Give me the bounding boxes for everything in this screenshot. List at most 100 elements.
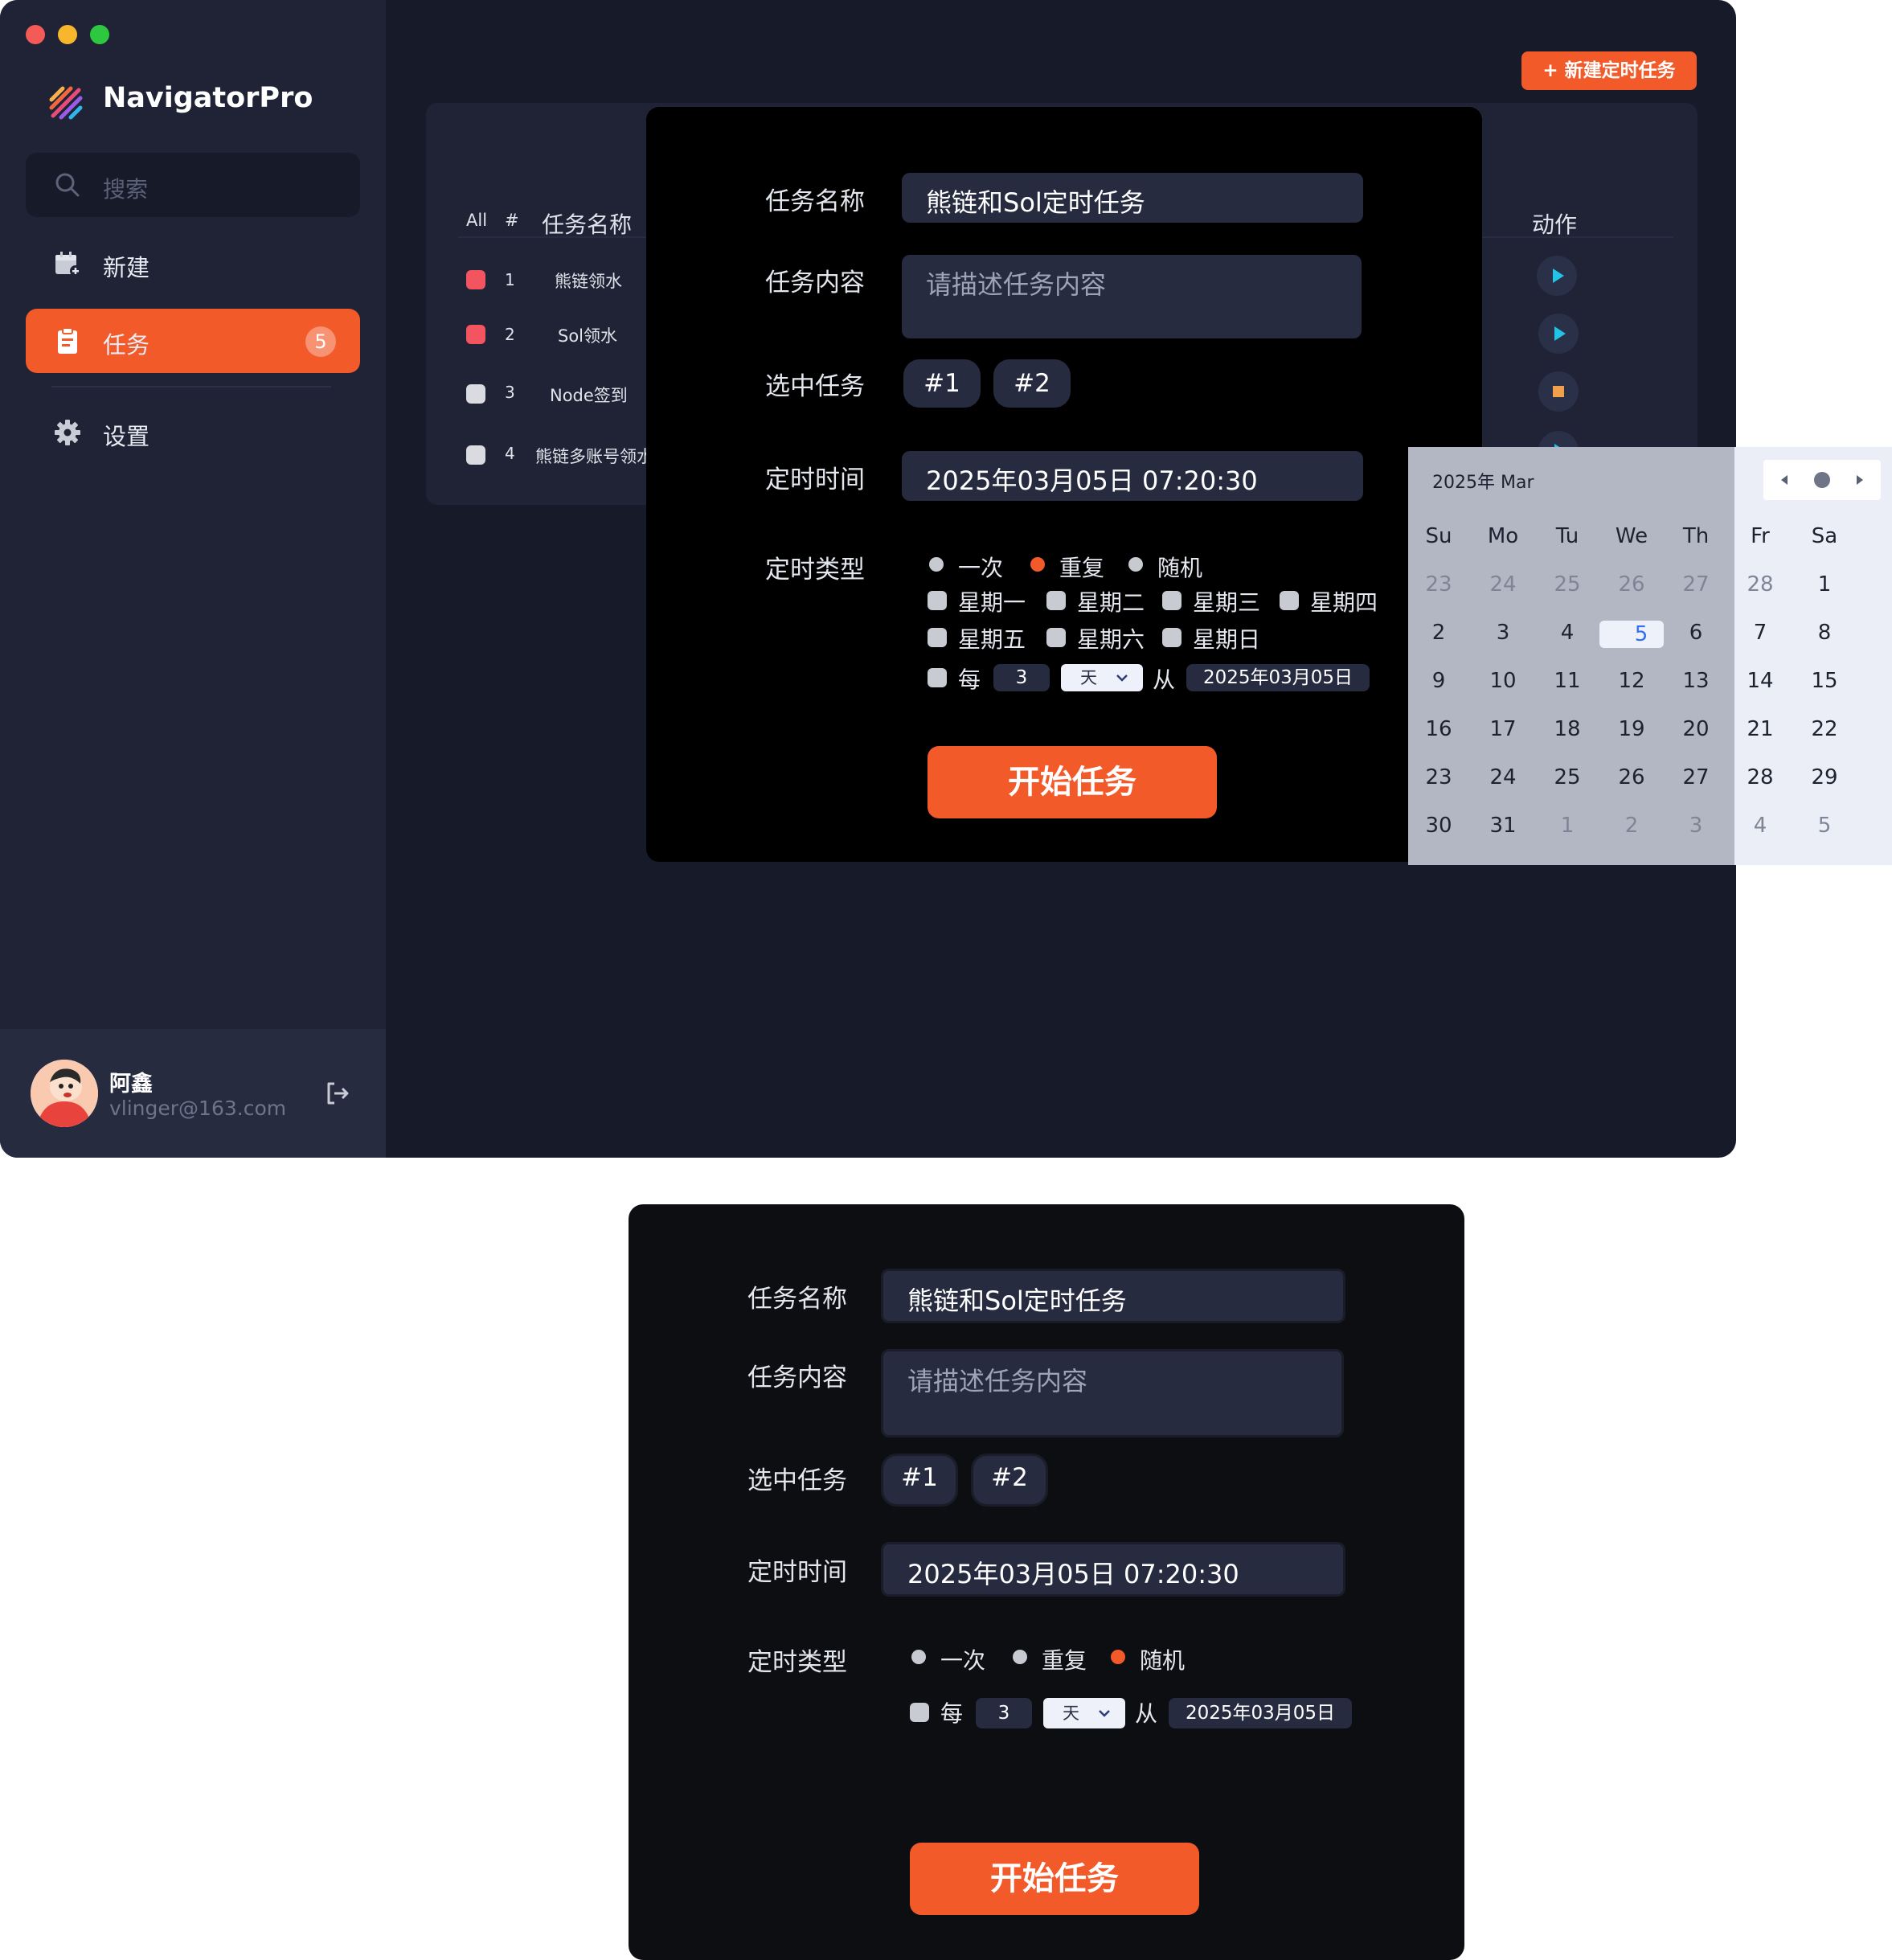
interval-unit-select[interactable]: 天 (1061, 664, 1143, 691)
calendar-day[interactable]: 24 (1471, 765, 1535, 789)
calendar-day[interactable]: 23 (1407, 572, 1471, 597)
calendar-day[interactable]: 19 (1599, 717, 1664, 741)
type-once-label: 一次 (940, 1647, 986, 1674)
every-interval-checkbox[interactable] (910, 1703, 929, 1722)
calendar-day[interactable]: 10 (1471, 669, 1535, 693)
prev-month-icon[interactable] (1781, 475, 1788, 485)
calendar-day[interactable]: 26 (1599, 765, 1664, 789)
calendar-day[interactable]: 27 (1664, 765, 1728, 789)
interval-unit-select[interactable]: 天 (1043, 1698, 1125, 1728)
type-random-radio[interactable] (1128, 557, 1143, 572)
task-content-textarea[interactable]: 请描述任务内容 (902, 255, 1362, 338)
calendar-day[interactable]: 23 (1407, 765, 1471, 789)
brand-name: NavigatorPro (103, 82, 313, 114)
calendar-day[interactable]: 7 (1728, 621, 1792, 645)
calendar-day[interactable]: 14 (1728, 669, 1792, 693)
start-task-button[interactable]: 开始任务 (928, 746, 1217, 818)
calendar-day[interactable]: 5 (1599, 621, 1664, 648)
calendar-day[interactable]: 24 (1471, 572, 1535, 597)
row-checkbox[interactable] (466, 325, 485, 344)
sidebar-item-tasks[interactable]: 任务 5 (26, 309, 360, 373)
calendar-day[interactable]: 5 (1792, 814, 1857, 838)
calendar-day[interactable]: 29 (1792, 765, 1857, 789)
minimize-window-button[interactable] (58, 25, 77, 44)
calendar-day[interactable]: 25 (1535, 572, 1599, 597)
avatar[interactable] (31, 1060, 98, 1127)
play-button[interactable] (1538, 314, 1579, 354)
start-task-button[interactable]: 开始任务 (910, 1843, 1199, 1915)
stop-button[interactable] (1538, 371, 1579, 412)
task-content-textarea[interactable]: 请描述任务内容 (881, 1349, 1344, 1437)
selected-task-chip[interactable]: #1 (903, 359, 981, 408)
type-once-radio[interactable] (929, 557, 944, 572)
weekday-checkbox[interactable] (1280, 591, 1299, 610)
from-date-input[interactable]: 2025年03月05日 (1186, 664, 1370, 691)
sidebar-item-new[interactable]: 新建 (26, 232, 360, 296)
interval-input[interactable]: 3 (976, 1698, 1032, 1728)
schedule-time-input[interactable]: 2025年03月05日 07:20:30 (881, 1542, 1345, 1597)
calendar-day[interactable]: 12 (1599, 669, 1664, 693)
maximize-window-button[interactable] (90, 25, 109, 44)
every-interval-checkbox[interactable] (928, 668, 947, 687)
calendar-day[interactable]: 4 (1728, 814, 1792, 838)
search-input[interactable]: 搜索 (26, 153, 360, 217)
schedule-time-input[interactable]: 2025年03月05日 07:20:30 (902, 451, 1363, 501)
weekday-checkbox[interactable] (928, 628, 947, 647)
calendar-day[interactable]: 8 (1792, 621, 1857, 645)
selected-task-chip[interactable]: #2 (971, 1454, 1048, 1507)
calendar-day[interactable]: 13 (1664, 669, 1728, 693)
calendar-day[interactable]: 26 (1599, 572, 1664, 597)
weekday-checkbox[interactable] (1046, 591, 1066, 610)
next-month-icon[interactable] (1857, 475, 1863, 485)
from-date-input[interactable]: 2025年03月05日 (1169, 1698, 1352, 1728)
task-name-input[interactable]: 熊链和Sol定时任务 (881, 1269, 1345, 1323)
calendar-day[interactable]: 21 (1728, 717, 1792, 741)
calendar-day[interactable]: 20 (1664, 717, 1728, 741)
sidebar-item-settings[interactable]: 设置 (26, 400, 360, 465)
calendar-day[interactable]: 17 (1471, 717, 1535, 741)
calendar-day[interactable]: 27 (1664, 572, 1728, 597)
weekday-checkbox[interactable] (1046, 628, 1066, 647)
logout-icon[interactable] (323, 1079, 352, 1108)
calendar-year[interactable]: 2025年 (1432, 473, 1495, 493)
calendar-day[interactable]: 2 (1407, 621, 1471, 645)
calendar-day[interactable]: 28 (1728, 765, 1792, 789)
calendar-day[interactable]: 30 (1407, 814, 1471, 838)
calendar-day[interactable]: 1 (1792, 572, 1857, 597)
calendar-day[interactable]: 25 (1535, 765, 1599, 789)
calendar-day[interactable]: 2 (1599, 814, 1664, 838)
calendar-day[interactable]: 11 (1535, 669, 1599, 693)
calendar-day[interactable]: 1 (1535, 814, 1599, 838)
weekday-checkbox[interactable] (1162, 628, 1181, 647)
calendar-day[interactable]: 28 (1728, 572, 1792, 597)
type-repeat-radio[interactable] (1030, 557, 1045, 572)
task-name-input[interactable]: 熊链和Sol定时任务 (902, 173, 1363, 223)
play-button[interactable] (1537, 256, 1577, 296)
interval-input[interactable]: 3 (993, 664, 1050, 691)
calendar-day[interactable]: 16 (1407, 717, 1471, 741)
selected-task-chip[interactable]: #1 (881, 1454, 958, 1507)
weekday-checkbox[interactable] (928, 591, 947, 610)
calendar-day[interactable]: 31 (1471, 814, 1535, 838)
row-checkbox[interactable] (466, 270, 485, 289)
calendar-day[interactable]: 18 (1535, 717, 1599, 741)
close-window-button[interactable] (26, 25, 45, 44)
calendar-month[interactable]: Mar (1501, 473, 1534, 493)
today-dot-icon[interactable] (1814, 472, 1830, 488)
new-scheduled-task-button[interactable]: + 新建定时任务 (1521, 51, 1697, 90)
calendar-day[interactable]: 3 (1471, 621, 1535, 645)
row-checkbox[interactable] (466, 445, 485, 465)
row-checkbox[interactable] (466, 384, 485, 404)
select-all-header[interactable]: All (466, 211, 487, 230)
type-random-radio[interactable] (1111, 1650, 1125, 1664)
calendar-day[interactable]: 4 (1535, 621, 1599, 645)
type-repeat-radio[interactable] (1013, 1650, 1027, 1664)
calendar-day[interactable]: 15 (1792, 669, 1857, 693)
calendar-day[interactable]: 6 (1664, 621, 1728, 645)
selected-task-chip[interactable]: #2 (993, 359, 1071, 408)
type-once-radio[interactable] (911, 1650, 926, 1664)
calendar-day[interactable]: 9 (1407, 669, 1471, 693)
weekday-checkbox[interactable] (1162, 591, 1181, 610)
calendar-day[interactable]: 22 (1792, 717, 1857, 741)
calendar-day[interactable]: 3 (1664, 814, 1728, 838)
